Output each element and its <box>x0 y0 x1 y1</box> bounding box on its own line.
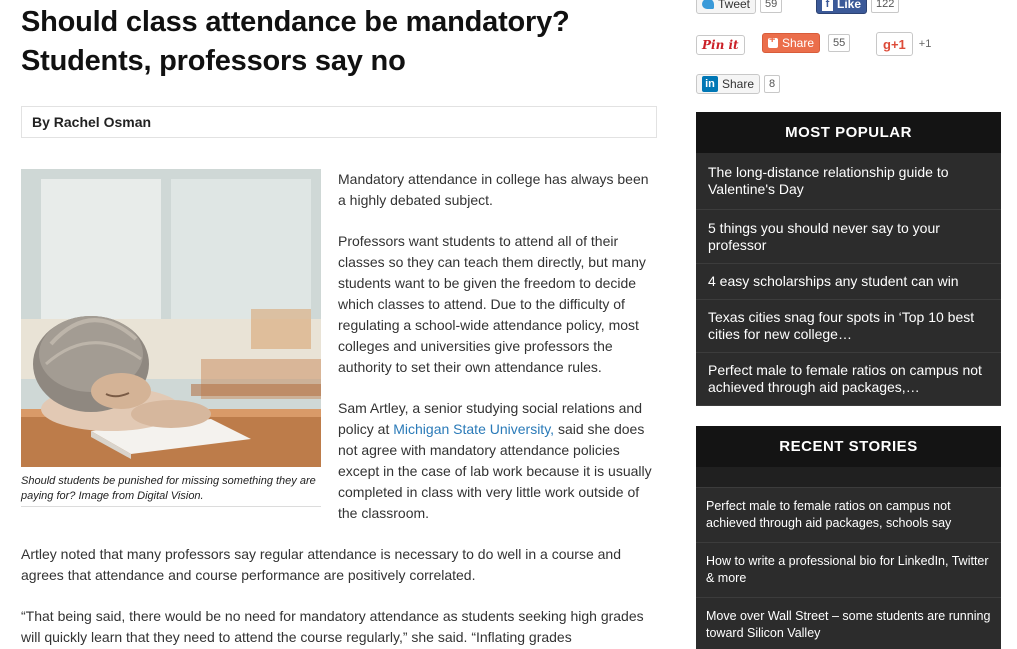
michigan-state-link[interactable]: Michigan State University, <box>393 421 554 437</box>
share-row-googleplus: g+1 +1 <box>876 32 931 56</box>
recent-stories-spacer <box>696 467 1001 487</box>
facebook-like-label: Like <box>837 0 862 11</box>
most-popular-item[interactable]: 4 easy scholarships any student can win <box>696 264 1001 300</box>
article-headline: Should class attendance be mandatory? St… <box>21 6 570 77</box>
article-photo[interactable] <box>21 169 321 467</box>
google-plus-count: +1 <box>918 38 932 50</box>
byline-box: By Rachel Osman <box>21 106 657 138</box>
most-popular-item[interactable]: 5 things you should never say to your pr… <box>696 210 1001 264</box>
tweet-button[interactable]: Tweet <box>696 0 757 14</box>
facebook-like-button[interactable]: f Like <box>816 0 868 14</box>
article-figure: Should students be punished for missing … <box>21 169 321 507</box>
recent-story-item[interactable]: Move over Wall Street – some students ar… <box>696 597 1001 649</box>
stumbleupon-share-button[interactable]: Share <box>762 33 821 53</box>
facebook-icon: f <box>822 0 833 11</box>
linkedin-icon: in <box>702 76 718 92</box>
share-row-stumbleupon: Share 55 <box>762 33 851 53</box>
twitter-bird-icon <box>702 0 714 9</box>
most-popular-item[interactable]: Perfect male to female ratios on campus … <box>696 353 1001 406</box>
most-popular-heading: MOST POPULAR <box>696 112 1001 153</box>
most-popular-item[interactable]: The long-distance relationship guide to … <box>696 153 1001 210</box>
article-paragraph-4: Artley noted that many professors say re… <box>21 546 621 583</box>
byline-author: By Rachel Osman <box>32 114 152 130</box>
recent-story-item[interactable]: Perfect male to female ratios on campus … <box>696 487 1001 542</box>
share-row-social-2: Pin it <box>696 35 745 55</box>
article-body: Should students be punished for missing … <box>21 169 657 648</box>
tweet-label: Tweet <box>718 0 751 11</box>
article: Should class attendance be mandatory? St… <box>21 0 657 649</box>
share-row-social-1: Tweet 59 <box>696 0 783 14</box>
stumbleupon-icon <box>768 34 778 48</box>
recent-stories-heading: RECENT STORIES <box>696 426 1001 467</box>
pinterest-icon: Pin it <box>702 38 739 52</box>
linkedin-count: 8 <box>764 75 781 93</box>
sleeping-student-illustration <box>21 169 321 467</box>
linkedin-share-label: Share <box>722 77 755 91</box>
share-row-facebook: f Like 122 <box>816 0 900 14</box>
google-plus-button[interactable]: g+1 <box>876 32 913 56</box>
recent-stories-box: RECENT STORIES Perfect male to female ra… <box>696 426 1001 649</box>
article-paragraph-5: “That being said, there would be no need… <box>21 608 644 645</box>
tweet-count: 59 <box>760 0 783 13</box>
facebook-like-count: 122 <box>871 0 900 13</box>
stumbleupon-count: 55 <box>828 34 851 52</box>
recent-story-item[interactable]: How to write a professional bio for Link… <box>696 542 1001 597</box>
most-popular-box: MOST POPULAR The long-distance relations… <box>696 112 1001 406</box>
most-popular-item[interactable]: Texas cities snag four spots in ‘Top 10 … <box>696 300 1001 353</box>
google-plus-icon: g+1 <box>883 36 906 52</box>
stumbleupon-label: Share <box>782 36 815 50</box>
linkedin-share-button[interactable]: in Share <box>696 74 761 94</box>
image-caption: Should students be punished for missing … <box>21 467 321 507</box>
pinterest-button[interactable]: Pin it <box>696 35 745 55</box>
share-row-linkedin: in Share 8 <box>696 74 781 94</box>
